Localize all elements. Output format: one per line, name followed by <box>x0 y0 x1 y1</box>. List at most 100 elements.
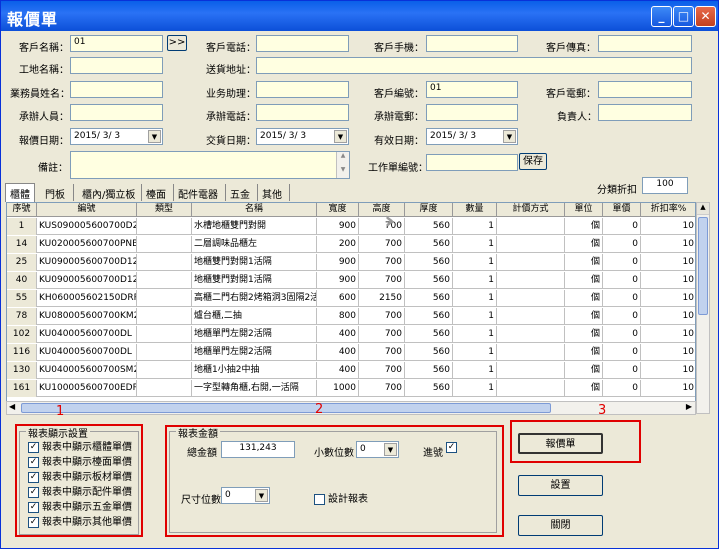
quote-date-picker[interactable]: 2015/ 3/ 3 ▼ <box>70 128 163 145</box>
table-cell[interactable]: 二層調味品櫃左 <box>192 236 317 253</box>
tab-hardware[interactable]: 五金 <box>226 184 258 201</box>
table-cell[interactable]: 爐台櫃,二抽 <box>192 308 317 325</box>
table-cell[interactable]: 700 <box>359 344 405 361</box>
table-cell[interactable] <box>137 236 192 253</box>
table-cell[interactable]: 1 <box>453 290 497 307</box>
customer-phone-field[interactable] <box>256 35 349 52</box>
table-cell[interactable]: KU090005600700D12 <box>37 272 137 289</box>
table-cell[interactable]: 地櫃1小抽2中抽 <box>192 362 317 379</box>
table-cell[interactable]: KU090005600700D12 <box>37 254 137 271</box>
table-row[interactable]: 116 KU040005600700DL 地櫃單門左開2活隔 400 700 560 1 個 0… <box>7 344 695 361</box>
table-row[interactable]: 161 KU100005600700EDR 一字型轉角櫃,右開,一活隔 1000 700… <box>7 380 695 397</box>
table-cell[interactable]: 1 <box>453 308 497 325</box>
contractor-field[interactable] <box>70 104 163 121</box>
table-cell[interactable]: KU040005600700DL <box>37 326 137 343</box>
table-cell[interactable]: 0 <box>603 290 641 307</box>
table-cell[interactable]: 0 <box>603 326 641 343</box>
chevron-down-icon[interactable]: ▼ <box>148 130 161 143</box>
table-cell[interactable]: 700 <box>359 272 405 289</box>
column-header[interactable]: 折扣率% <box>641 203 695 217</box>
table-cell[interactable]: 102 <box>7 326 37 343</box>
remark-scrollbar[interactable]: ▲ ▼ <box>336 152 349 178</box>
table-cell[interactable]: 900 <box>317 218 359 235</box>
table-cell[interactable] <box>497 254 565 271</box>
column-header[interactable]: 數量 <box>453 203 497 217</box>
maximize-icon[interactable]: □ <box>673 6 694 27</box>
table-cell[interactable]: 2150 <box>359 290 405 307</box>
table-cell[interactable]: KU100005600700EDR <box>37 380 137 397</box>
table-cell[interactable]: 個 <box>565 254 603 271</box>
table-cell[interactable]: 0 <box>603 344 641 361</box>
table-cell[interactable]: KU080005600700KM2 <box>37 308 137 325</box>
table-cell[interactable]: 560 <box>405 236 453 253</box>
minimize-icon[interactable]: _ <box>651 6 672 27</box>
table-row[interactable]: 130 KU040005600700SM2 地櫃1小抽2中抽 400 700 560 1 個 0… <box>7 362 695 379</box>
table-cell[interactable]: 0 <box>603 272 641 289</box>
table-cell[interactable]: 78 <box>7 308 37 325</box>
table-cell[interactable]: 400 <box>317 326 359 343</box>
table-row[interactable]: 40 KU090005600700D12 地櫃雙門對開1活隔 900 700 560 1 個 0… <box>7 272 695 289</box>
table-row[interactable]: 1 KUS090005600700D2 水槽地櫃雙門對開 900 700 560 1 個 0 10 <box>7 218 695 235</box>
table-cell[interactable]: 130 <box>7 362 37 379</box>
table-cell[interactable]: 560 <box>405 380 453 397</box>
table-cell[interactable]: 700 <box>359 218 405 235</box>
column-header[interactable]: 序號 <box>7 203 37 217</box>
table-row[interactable]: 55KH060005602150DRRDR 高櫃二門右開2烤箱洞3固隔2活隔600… <box>7 290 695 307</box>
table-cell[interactable]: 116 <box>7 344 37 361</box>
table-cell[interactable] <box>137 344 192 361</box>
contractor-phone-field[interactable] <box>256 104 349 121</box>
table-cell[interactable]: 0 <box>603 218 641 235</box>
table-cell[interactable] <box>137 254 192 271</box>
table-cell[interactable] <box>137 218 192 235</box>
table-cell[interactable] <box>497 344 565 361</box>
table-cell[interactable]: 個 <box>565 344 603 361</box>
table-cell[interactable]: 個 <box>565 308 603 325</box>
table-cell[interactable]: 14 <box>7 236 37 253</box>
customer-fax-field[interactable] <box>598 35 692 52</box>
table-cell[interactable]: 10 <box>641 362 695 379</box>
table-cell[interactable]: 1 <box>453 380 497 397</box>
work-order-field[interactable] <box>426 154 518 171</box>
table-cell[interactable]: 地櫃單門左開2活隔 <box>192 344 317 361</box>
table-cell[interactable]: 10 <box>641 308 695 325</box>
contractor-email-field[interactable] <box>426 104 518 121</box>
table-cell[interactable] <box>497 326 565 343</box>
table-cell[interactable]: 10 <box>641 254 695 271</box>
table-cell[interactable]: 10 <box>641 326 695 343</box>
table-cell[interactable]: KH060005602150DRRDR <box>37 290 137 307</box>
remark-field[interactable] <box>70 151 350 179</box>
table-cell[interactable]: 560 <box>405 272 453 289</box>
table-cell[interactable]: 個 <box>565 290 603 307</box>
table-cell[interactable]: KUS090005600700D2 <box>37 218 137 235</box>
column-header[interactable]: 寬度 <box>317 203 359 217</box>
table-cell[interactable]: 1 <box>453 326 497 343</box>
tab-door-panel[interactable]: 門板 <box>41 184 74 201</box>
table-cell[interactable]: 地櫃雙門對開1活隔 <box>192 254 317 271</box>
table-cell[interactable] <box>497 308 565 325</box>
tab-countertop[interactable]: 檯面 <box>142 184 174 201</box>
hscroll-thumb[interactable] <box>21 403 551 413</box>
table-cell[interactable]: KU040005600700DL <box>37 344 137 361</box>
table-cell[interactable]: 1 <box>453 344 497 361</box>
table-cell[interactable]: 560 <box>405 254 453 271</box>
table-cell[interactable]: 560 <box>405 344 453 361</box>
table-cell[interactable]: 800 <box>317 308 359 325</box>
table-cell[interactable]: 1 <box>453 254 497 271</box>
tab-appliances[interactable]: 配件電器 <box>174 184 226 201</box>
table-cell[interactable]: 高櫃二門右開2烤箱洞3固隔2活隔 <box>192 290 317 307</box>
table-cell[interactable]: 700 <box>359 362 405 379</box>
table-cell[interactable]: 700 <box>359 308 405 325</box>
table-cell[interactable]: 1 <box>453 272 497 289</box>
column-header[interactable]: 名稱 <box>192 203 317 217</box>
close-icon[interactable]: ✕ <box>695 6 716 27</box>
table-cell[interactable] <box>137 326 192 343</box>
table-cell[interactable]: 0 <box>603 236 641 253</box>
table-cell[interactable]: 個 <box>565 362 603 379</box>
table-cell[interactable]: 個 <box>565 236 603 253</box>
customer-code-field[interactable]: 01 <box>426 81 518 98</box>
tab-cabinet[interactable]: 櫃體 <box>5 183 35 202</box>
manager-field[interactable] <box>598 104 692 121</box>
column-header[interactable]: 編號 <box>37 203 137 217</box>
scroll-right-icon[interactable]: ▶ <box>686 402 692 411</box>
chevron-down-icon[interactable]: ▼ <box>503 130 516 143</box>
